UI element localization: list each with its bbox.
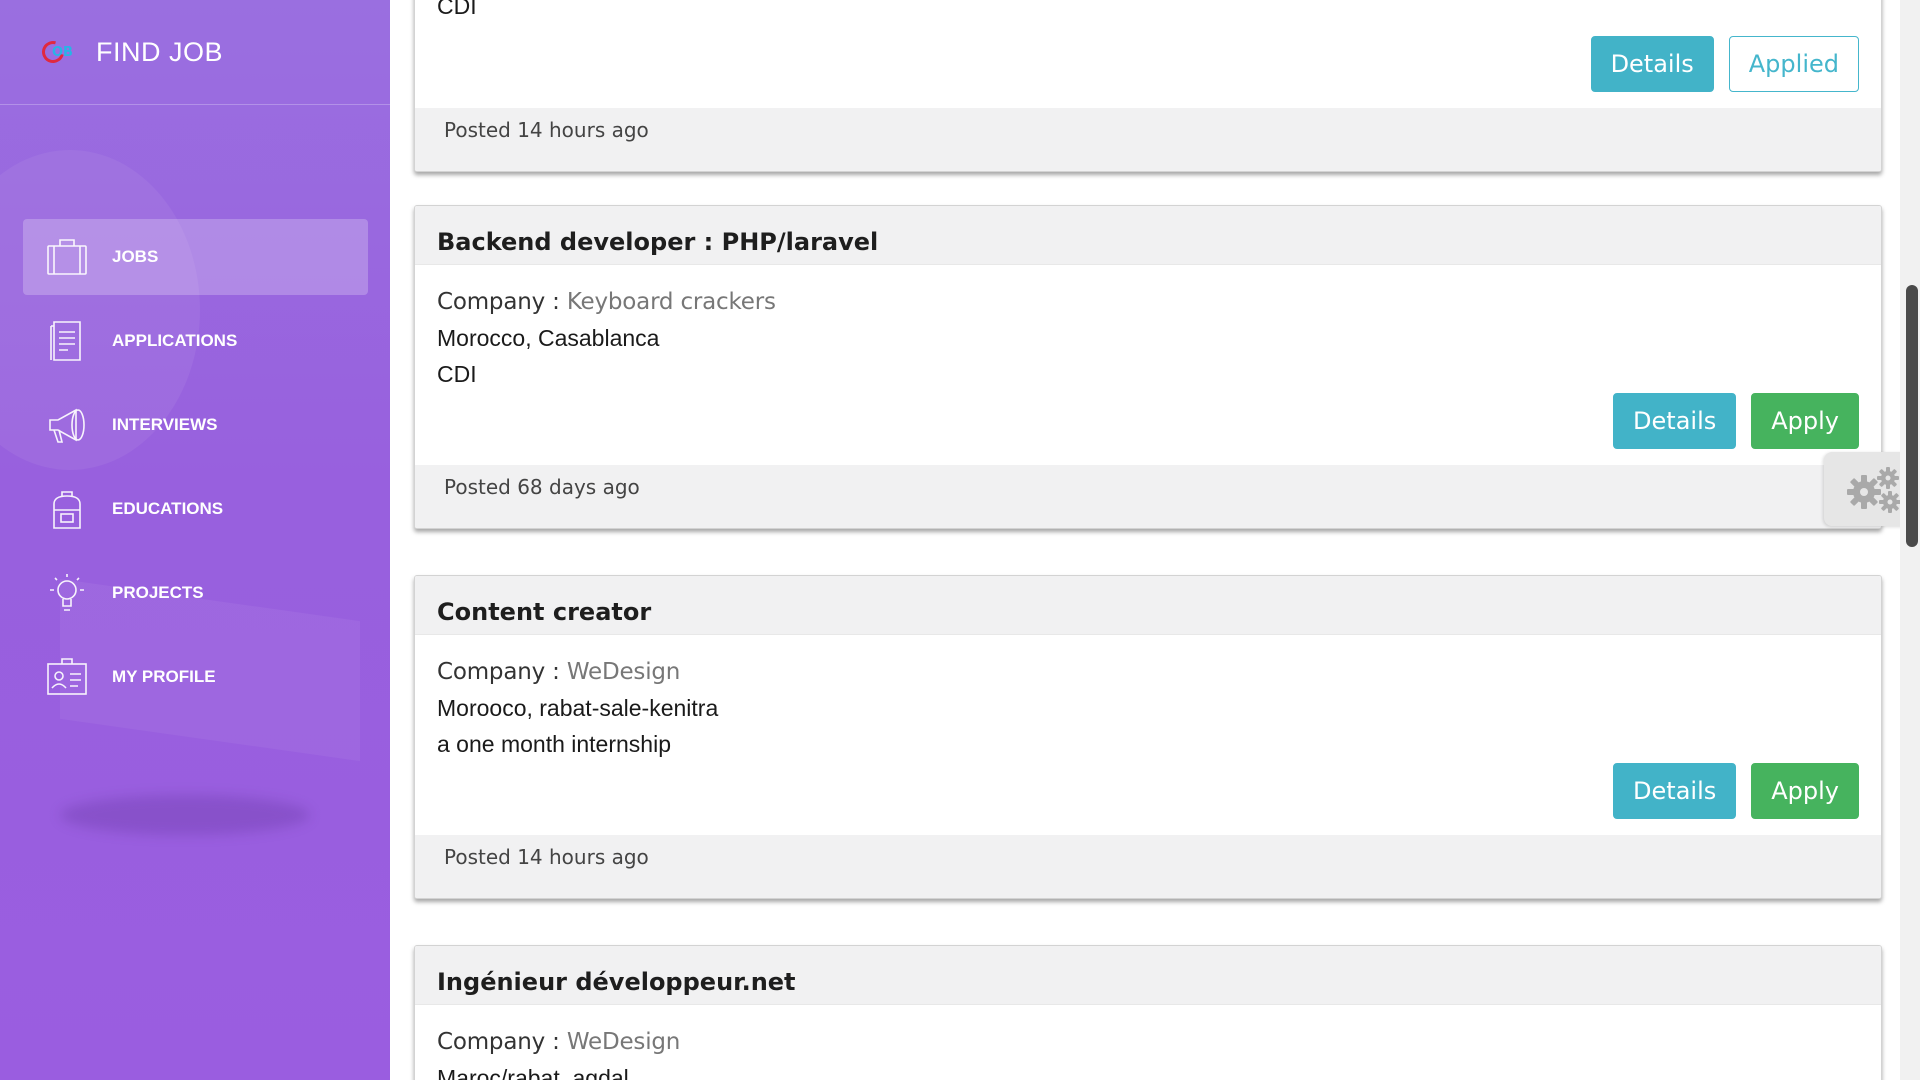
job-list: CDI Details Applied Posted 14 hours ago … — [390, 0, 1900, 1080]
company-label: Company : — [437, 289, 560, 315]
sidebar-divider — [0, 104, 390, 105]
apply-button[interactable]: Apply — [1751, 763, 1859, 819]
sidebar: OB FIND JOB JOBS APPLICATIONS INTERVIEWS — [0, 0, 390, 1080]
job-company: Company : WeDesign — [437, 1029, 1859, 1065]
sidebar-item-projects[interactable]: PROJECTS — [23, 555, 368, 631]
lightbulb-icon — [45, 571, 89, 615]
job-location: Morooco, rabat-sale-kenitra — [437, 695, 719, 721]
brand[interactable]: OB FIND JOB — [37, 28, 224, 76]
id-card-icon — [45, 655, 89, 699]
sidebar-item-applications[interactable]: APPLICATIONS — [23, 303, 368, 379]
job-posted-time: Posted 68 days ago — [415, 465, 1881, 528]
job-card: Backend developer : PHP/laravel Company … — [414, 205, 1882, 529]
job-contract: CDI — [437, 0, 477, 19]
job-title: Ingénieur développeur.net — [437, 968, 796, 996]
logo-icon: OB — [37, 36, 80, 68]
job-posted-time: Posted 14 hours ago — [415, 835, 1881, 898]
megaphone-icon — [45, 403, 89, 447]
apply-button[interactable]: Apply — [1751, 393, 1859, 449]
sidebar-item-interviews[interactable]: INTERVIEWS — [23, 387, 368, 463]
job-card-header: Ingénieur développeur.net — [415, 946, 1881, 1005]
job-company: Company : WeDesign — [437, 659, 1859, 695]
job-card: CDI Details Applied Posted 14 hours ago — [414, 0, 1882, 172]
company-label: Company : — [437, 1029, 560, 1055]
job-contract: a one month internship — [437, 731, 671, 757]
briefcase-icon — [45, 235, 89, 279]
details-button[interactable]: Details — [1613, 763, 1737, 819]
job-location: Morocco, Casablanca — [437, 325, 660, 351]
company-name: WeDesign — [566, 1029, 681, 1055]
sidebar-item-my-profile[interactable]: MY PROFILE — [23, 639, 368, 715]
gears-icon — [1847, 467, 1901, 513]
job-location: Maroc/rabat, agdal — [437, 1065, 629, 1080]
job-card-header: Content creator — [415, 576, 1881, 635]
job-company: Company : Keyboard crackers — [437, 289, 1859, 325]
company-name: WeDesign — [566, 659, 681, 685]
company-label: Company : — [437, 659, 560, 685]
job-actions: Details Apply — [1613, 393, 1859, 449]
job-card: Content creator Company : WeDesign Moroo… — [414, 575, 1882, 899]
company-name: Keyboard crackers — [566, 289, 776, 315]
job-title: Backend developer : PHP/laravel — [437, 228, 879, 256]
backpack-icon — [45, 487, 89, 531]
job-actions: Details Applied — [1590, 36, 1859, 92]
sidebar-item-educations[interactable]: EDUCATIONS — [23, 471, 368, 547]
job-card-header: Backend developer : PHP/laravel — [415, 206, 1881, 265]
applied-button[interactable]: Applied — [1728, 36, 1859, 92]
sidebar-nav: JOBS APPLICATIONS INTERVIEWS EDUCATIONS … — [23, 219, 368, 723]
job-card: Ingénieur développeur.net Company : WeDe… — [414, 945, 1882, 1080]
document-icon — [45, 319, 89, 363]
scrollbar-thumb[interactable] — [1906, 285, 1918, 547]
sidebar-item-jobs[interactable]: JOBS — [23, 219, 368, 295]
job-title: Content creator — [437, 598, 652, 626]
job-contract: CDI — [437, 361, 477, 387]
details-button[interactable]: Details — [1613, 393, 1737, 449]
details-button[interactable]: Details — [1590, 36, 1714, 92]
job-actions: Details Apply — [1613, 763, 1859, 819]
job-posted-time: Posted 14 hours ago — [415, 108, 1881, 171]
brand-name: FIND JOB — [96, 36, 224, 67]
